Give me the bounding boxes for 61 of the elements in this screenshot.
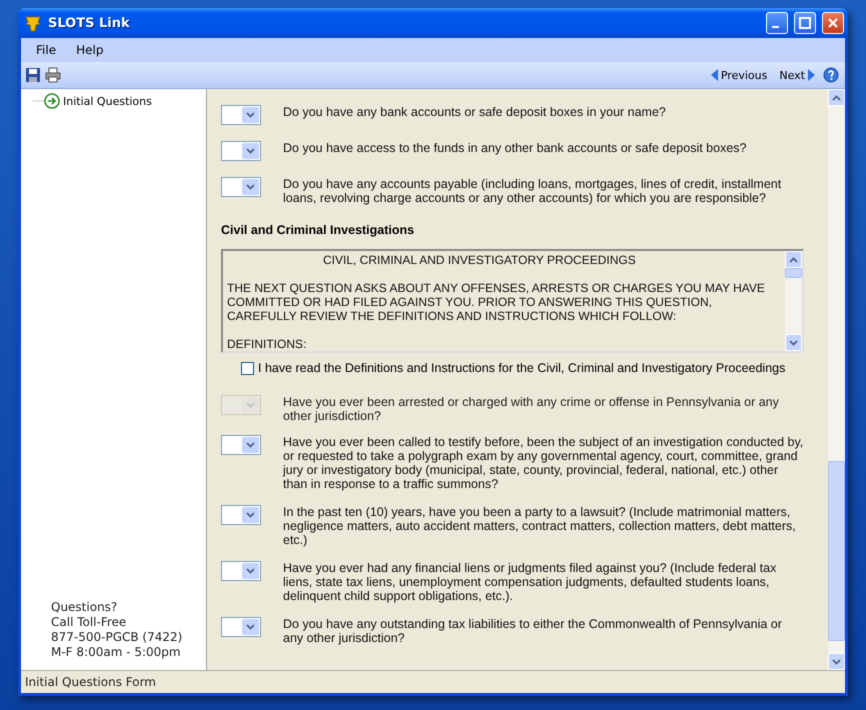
question-text: Have you ever been arrested or charged with any crime or offense in Pennsylvania or any other jurisdiction? [283,395,780,423]
arrow-circle-icon [33,93,61,109]
print-icon[interactable] [45,67,61,83]
menu-item[interactable]: Help [67,41,112,59]
chevron-down-icon [246,112,255,118]
minimize-icon [772,26,778,28]
scrollbar[interactable] [785,251,802,351]
question-text: In the past ten (10) years, have you been a party to a lawsuit? (Include matrimonial matters, negligence matters, auto accident matters, contract matters, collection matters, debt matters, etc.) [283,505,797,547]
question-text: Do you have any outstanding tax liabilities to either the Commonwealth of Pennsylvania or any other jurisdiction? [283,617,783,645]
answer-dropdown[interactable] [221,561,261,581]
answer-dropdown[interactable] [221,105,261,125]
chevron-down-icon [246,624,255,630]
scrollbar-thumb[interactable] [785,268,802,278]
tree-item[interactable]: Initial Questions [21,93,206,109]
status-bar: Initial Questions Form [21,670,845,693]
contact-line: 877-500-PGCB (7422) [51,630,184,645]
question-text: Have you ever been called to testify before, been the subject of an investigation conducted by, or requested to take a polygraph exam by any governmental agency, court, committee, grand jury or investigatory body (municipal, state, county, provincial, federal, national, etc.) other than in response to a traffic summons? [283,435,804,491]
answer-dropdown[interactable] [221,177,261,197]
scrollbar-thumb[interactable] [828,461,845,641]
previous-button[interactable]: Previous [706,68,772,82]
contact-line: Questions? [51,600,118,615]
maximize-icon [799,17,811,29]
keystone-logo-icon [24,14,42,32]
section-heading: Civil and Criminal Investigations [221,223,416,237]
chevron-down-icon [789,340,798,346]
notice-paragraph: DEFINITIONS: [227,337,308,351]
chevron-down-icon [246,402,255,408]
notice-title: CIVIL, CRIMINAL AND INVESTIGATORY PROCEEDINGS [322,253,637,267]
window-title: SLOTS Link [48,16,131,30]
minimize-button[interactable] [766,12,788,34]
scrollbar[interactable] [828,89,845,670]
maximize-button[interactable] [794,12,816,34]
chevron-up-icon [832,94,841,100]
question-text: Do you have access to the funds in any other bank accounts or safe deposit boxes? [283,141,746,155]
checkbox[interactable] [241,362,254,374]
save-icon[interactable] [25,67,41,83]
close-icon [827,17,839,29]
chevron-down-icon [246,568,255,574]
answer-dropdown[interactable] [221,617,261,637]
chevron-down-icon [832,658,841,664]
chevron-down-icon [246,184,255,190]
chevron-down-icon [246,512,255,518]
question-text: Do you have any accounts payable (including loans, mortgages, lines of credit, installment loans, revolving charge accounts or any other accounts) for which you are responsible? [283,177,782,205]
help-icon[interactable] [823,67,839,83]
chevron-down-icon [246,148,255,154]
answer-dropdown[interactable] [221,435,261,455]
menu-item[interactable]: File [27,41,66,59]
question-text: Have you ever had any financial liens or judgments filed against you? (Include federal tax liens, state tax liens, unemployment compensation judgments, defaulted students loans, delinquent child support obligations, etc.). [283,561,778,603]
chevron-down-icon [246,442,255,448]
next-button[interactable]: Next [775,68,819,82]
question-text: Do you have any bank accounts or safe deposit boxes in your name? [283,105,666,119]
chevron-up-icon [789,256,798,262]
notice-paragraph: THE NEXT QUESTION ASKS ABOUT ANY OFFENSES, ARRESTS OR CHARGES YOU MAY HAVE COMMITTED OR HAD FILED AGAINST YOU. PRIOR TO ANSWERING THIS QUESTION, CAREFULLY REVIEW THE DEFINITIONS AND INSTRUCTIONS WHICH FOLLOW: [227,281,766,323]
triangle-right-icon [808,69,815,81]
close-button[interactable] [822,12,844,34]
triangle-left-icon [710,69,718,81]
answer-dropdown[interactable] [221,141,261,161]
answer-dropdown[interactable] [221,505,261,525]
definitions-text-area[interactable] [221,249,804,353]
contact-line: Call Toll-Free [51,615,128,630]
contact-line: M-F 8:00am - 5:00pm [51,645,182,660]
